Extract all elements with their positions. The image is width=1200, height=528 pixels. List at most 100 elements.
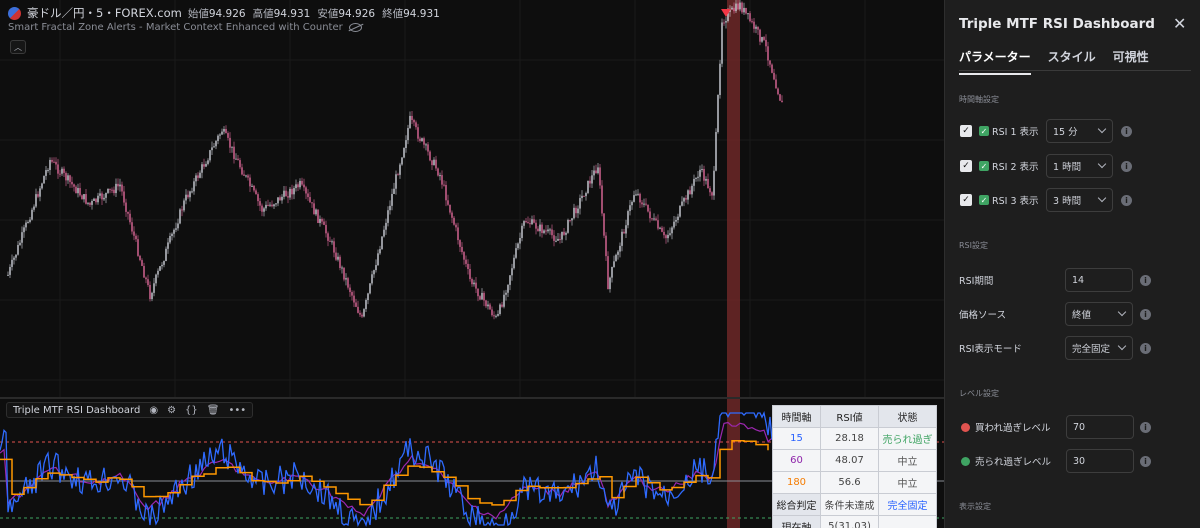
symbol-title[interactable]: 豪ドル／円・5・FOREX.com [27, 5, 182, 21]
rsi1-timeframe-select[interactable]: 15 分 [1046, 119, 1113, 143]
info-icon[interactable]: i [1140, 342, 1151, 354]
rsi-pane-title[interactable]: Triple MTF RSI Dashboard [13, 405, 140, 416]
candle [533, 215, 535, 224]
candle [405, 135, 407, 153]
oversold-input[interactable]: 30 [1066, 449, 1134, 473]
candle [7, 271, 9, 276]
candle [329, 236, 331, 242]
info-icon[interactable]: i [1140, 421, 1151, 433]
candle [237, 155, 239, 161]
candle [379, 245, 381, 255]
rsi3-timeframe-select[interactable]: 3 時間 [1046, 188, 1113, 212]
candle [473, 279, 475, 287]
candle [51, 157, 53, 164]
indicator-title[interactable]: Smart Fractal Zone Alerts - Market Conte… [8, 22, 343, 33]
eye-off-icon[interactable] [348, 23, 362, 32]
candle [523, 220, 525, 229]
candle [615, 253, 617, 262]
info-icon[interactable]: i [1140, 274, 1151, 286]
candle [53, 157, 55, 163]
candle [183, 198, 185, 213]
rsi2-timeframe-select[interactable]: 1 時間 [1046, 154, 1113, 178]
signal-highlight-band [727, 0, 740, 397]
candle [193, 177, 195, 195]
table-header: RSI値 [820, 405, 879, 428]
candle [541, 222, 543, 238]
candle [239, 157, 241, 170]
rsi-pane-legend[interactable]: Triple MTF RSI Dashboard ◉ ⚙ {} 🗑 ••• [6, 402, 254, 418]
candle [331, 239, 333, 245]
candle [705, 176, 707, 185]
candle [539, 219, 541, 237]
rsi2-color-checkbox[interactable]: ✓ [979, 161, 989, 171]
info-icon[interactable]: i [1140, 455, 1151, 467]
candle [565, 231, 567, 241]
info-icon[interactable]: i [1140, 308, 1151, 320]
rsi3-checkbox[interactable]: ✓ [960, 194, 972, 206]
candle [507, 284, 509, 298]
candle [361, 312, 363, 318]
trash-icon[interactable]: 🗑 [207, 405, 220, 416]
candle [47, 168, 49, 173]
collapse-legend-button[interactable]: ︿ [10, 40, 26, 54]
candle [545, 225, 547, 235]
candle [21, 226, 23, 249]
candle [365, 298, 367, 313]
candle [715, 128, 717, 172]
candle [173, 228, 175, 238]
candle [431, 159, 433, 171]
rsi1-timeframe-value: 15 分 [1053, 127, 1078, 138]
rsi1-color-checkbox[interactable]: ✓ [979, 126, 989, 136]
more-icon[interactable]: ••• [228, 405, 246, 416]
candle [753, 18, 755, 33]
candle [45, 165, 47, 180]
rsi2-checkbox[interactable]: ✓ [960, 160, 972, 172]
eye-icon[interactable]: ◉ [149, 405, 158, 416]
panel-title: Triple MTF RSI Dashboard [959, 16, 1155, 32]
candle [631, 200, 633, 210]
main-price-pane[interactable] [0, 0, 944, 397]
candle [681, 196, 683, 207]
candle [147, 274, 149, 287]
candle [115, 178, 117, 198]
source-code-icon[interactable]: {} [185, 405, 198, 416]
candle [29, 216, 31, 224]
info-icon[interactable]: i [1121, 194, 1132, 206]
candle [343, 267, 345, 282]
candle [257, 192, 259, 207]
candle [345, 273, 347, 286]
price-source-select[interactable]: 終値 [1065, 302, 1133, 326]
rsi3-color-checkbox[interactable]: ✓ [979, 195, 989, 205]
candle [233, 141, 235, 164]
rsi1-checkbox[interactable]: ✓ [960, 125, 972, 137]
candlestick-plot[interactable] [0, 0, 944, 397]
rsi-period-input[interactable]: 14 [1065, 268, 1133, 292]
close-icon[interactable]: ✕ [1173, 14, 1186, 33]
candle [495, 314, 497, 319]
candle [155, 273, 157, 287]
candle [79, 182, 81, 197]
candle [583, 195, 585, 197]
candle [483, 291, 485, 307]
price-chart[interactable]: 豪ドル／円・5・FOREX.com 始値94.926 高値94.931 安値94… [0, 0, 944, 528]
rsi-mode-select[interactable]: 完全固定 [1065, 336, 1133, 360]
candle [643, 198, 645, 208]
oversold-color-swatch[interactable] [961, 456, 970, 466]
candle [267, 199, 269, 207]
candle [197, 172, 199, 182]
info-icon[interactable]: i [1121, 125, 1132, 137]
settings-icon[interactable]: ⚙ [167, 405, 176, 416]
candle [509, 274, 511, 291]
rsi2-timeframe-value: 1 時間 [1053, 162, 1082, 173]
candle [775, 74, 777, 89]
candle [133, 226, 135, 241]
rsi-15-line [0, 410, 773, 528]
info-icon[interactable]: i [1121, 160, 1132, 172]
candle [143, 262, 145, 278]
candle [211, 141, 213, 156]
overbought-color-swatch[interactable] [961, 422, 970, 432]
overbought-input[interactable]: 70 [1066, 415, 1134, 439]
candle [451, 210, 453, 223]
candle [113, 186, 115, 196]
indicator-legend[interactable]: Smart Fractal Zone Alerts - Market Conte… [8, 22, 362, 33]
